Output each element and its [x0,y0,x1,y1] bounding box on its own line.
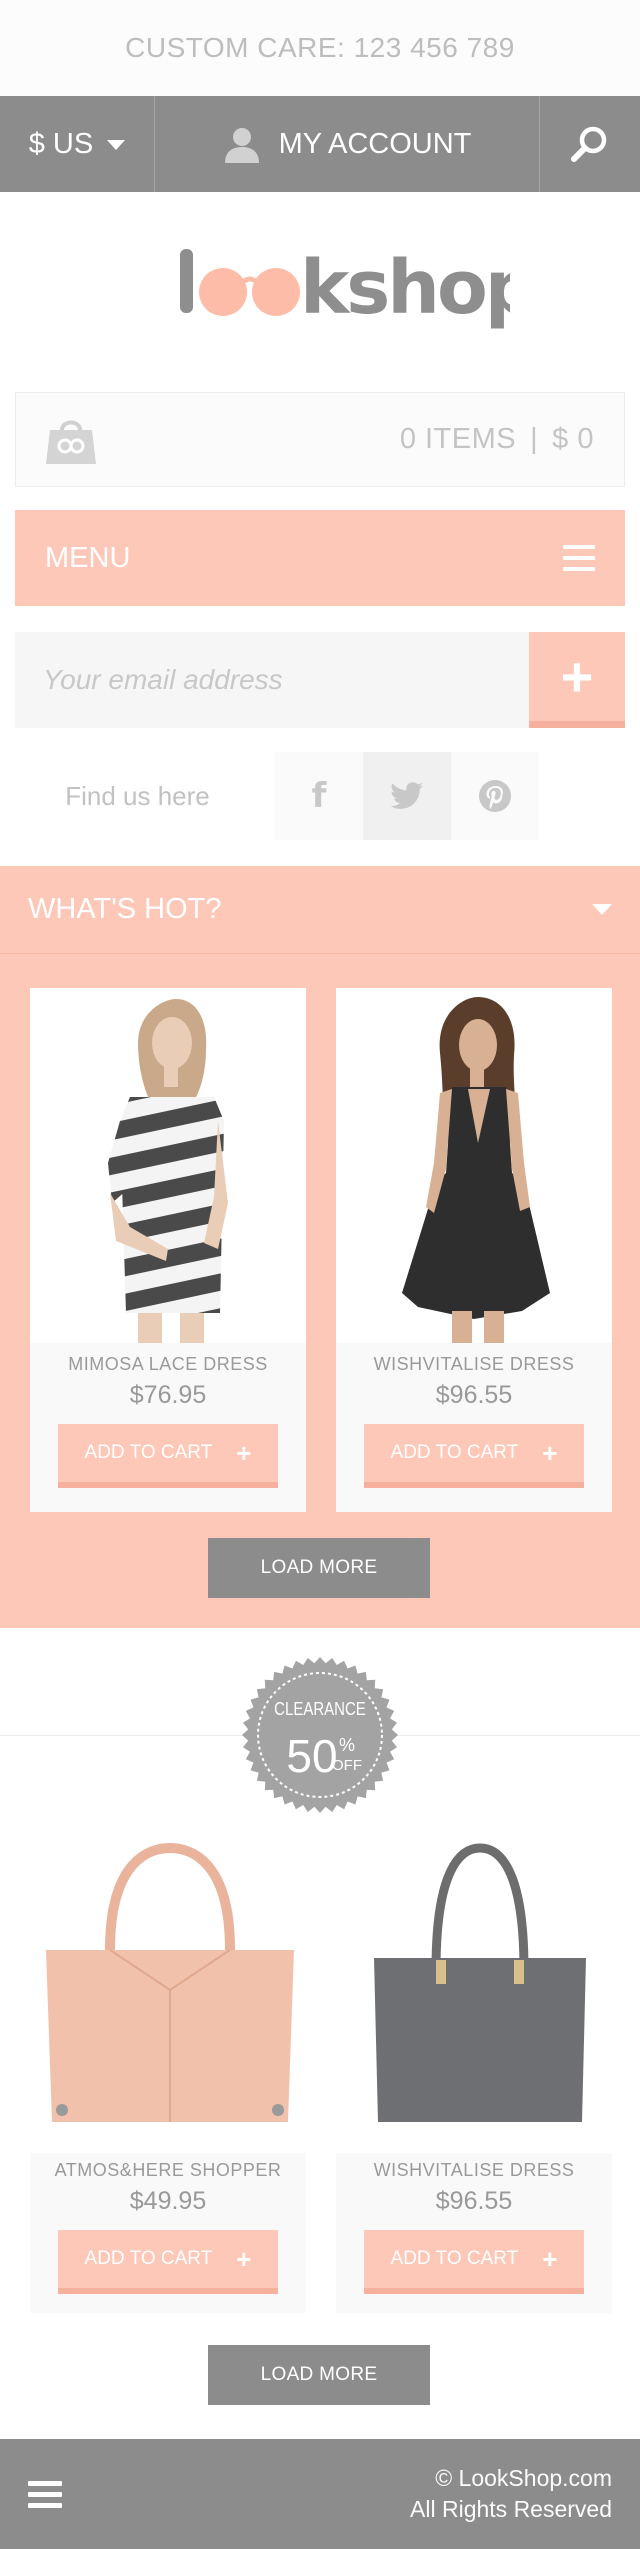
cart-total: $ 0 [552,423,594,455]
add-to-cart-button[interactable]: ADD TO CART + [58,1424,278,1488]
facebook-icon: f [311,776,327,816]
menu-toggle[interactable]: MENU [15,510,625,606]
product-image[interactable] [336,988,612,1343]
shopping-cart-summary[interactable]: 0 ITEMS | $ 0 [15,392,625,487]
currency-label: $ US [28,127,94,160]
cart-totals: 0 ITEMS | $ 0 [400,423,594,456]
add-to-cart-button[interactable]: ADD TO CART + [364,2230,584,2294]
social-links: Find us here f [0,752,640,840]
site-logo[interactable]: kshop [0,192,640,392]
plus-icon: + [542,2243,558,2274]
cart-separator: | [530,423,539,455]
product-price: $96.55 [435,1381,513,1409]
pinterest-icon [479,780,511,812]
add-to-cart-label: ADD TO CART [84,2248,213,2269]
product-name[interactable]: WISHVITALISE DRESS [336,1351,612,1377]
cart-item-count: 0 ITEMS [399,423,517,455]
clearance-percent: 50 [286,1730,337,1782]
pinterest-link[interactable] [451,752,539,840]
product-image[interactable] [30,988,306,1343]
product-price: $76.95 [129,1381,207,1409]
load-more-button[interactable]: LOAD MORE [208,1538,430,1598]
product-price: $96.55 [435,2187,513,2215]
menu-label: MENU [45,541,131,574]
plus-icon: + [236,1437,252,1468]
clearance-percent-symbol: % [339,1735,355,1755]
whats-hot-title: WHAT'S HOT? [28,893,222,925]
clearance-badge[interactable]: CLEARANCE 50 % OFF [240,1655,400,1815]
tan-tote-bag-photo[interactable] [40,1840,300,2130]
add-to-cart-label: ADD TO CART [84,1442,213,1463]
facebook-link[interactable]: f [275,752,363,840]
product-name[interactable]: WISHVITALISE DRESS [336,2157,612,2183]
plus-icon: + [542,1437,558,1468]
currency-selector[interactable]: $ US [0,96,155,192]
find-us-label: Find us here [65,780,210,811]
product-name[interactable]: MIMOSA LACE DRESS [30,1351,306,1377]
product-name[interactable]: ATMOS&HERE SHOPPER [30,2157,306,2183]
clearance-off: OFF [332,1757,362,1774]
my-account-button[interactable]: MY ACCOUNT [155,96,540,192]
top-bar: $ US MY ACCOUNT [0,96,640,192]
hamburger-icon [28,2480,62,2508]
add-to-cart-button[interactable]: ADD TO CART + [58,2230,278,2294]
product-card[interactable]: MIMOSA LACE DRESS $76.95 ADD TO CART + [30,988,306,1512]
product-card[interactable]: WISHVITALISE DRESS $96.55 ADD TO CART + [336,2153,612,2313]
plus-icon: + [236,2243,252,2274]
lookshop-logo: kshop [180,245,510,331]
svg-text:kshop: kshop [300,245,510,331]
add-to-cart-button[interactable]: ADD TO CART + [364,1424,584,1488]
caret-down-icon [107,140,126,150]
product-card[interactable]: WISHVITALISE DRESS $96.55 ADD TO CART + [336,988,612,1512]
search-button[interactable] [540,96,640,192]
add-to-cart-label: ADD TO CART [390,1442,519,1463]
dropdown-arrow-icon [592,904,612,915]
newsletter-form: + [15,632,625,728]
load-more-button[interactable]: LOAD MORE [208,2345,430,2405]
product-card[interactable]: ATMOS&HERE SHOPPER $49.95 ADD TO CART + [30,2153,306,2313]
clearance-banner: CLEARANCE 50 % OFF [0,1655,640,1815]
striped-dress-photo [108,999,228,1343]
customer-care-text: CUSTOM CARE: 123 456 789 [0,0,640,96]
product-price: $49.95 [129,2187,207,2215]
search-icon [571,126,607,162]
footer: © LookShop.com All Rights Reserved [0,2439,640,2549]
whats-hot-header[interactable]: WHAT'S HOT? [0,866,640,954]
my-account-label: MY ACCOUNT [278,127,472,160]
add-to-cart-label: ADD TO CART [390,2248,519,2269]
whats-hot-section: WHAT'S HOT? MIMOSA LACE DRESS $76.95 ADD… [0,866,640,1628]
black-dress-photo [402,997,550,1343]
product-info: MIMOSA LACE DRESS $76.95 ADD TO CART + [30,1343,306,1512]
user-icon [224,128,259,163]
copyright: © LookShop.com All Rights Reserved [410,2463,612,2525]
twitter-link[interactable] [363,752,451,840]
email-input[interactable] [15,632,529,728]
product-info: WISHVITALISE DRESS $96.55 ADD TO CART + [336,1343,612,1512]
shopping-bag-icon [46,420,96,464]
hamburger-icon [563,538,595,578]
twitter-icon [390,782,423,809]
clearance-text: CLEARANCE [274,1698,366,1719]
rights-text: All Rights Reserved [410,2496,612,2522]
subscribe-button[interactable]: + [529,632,625,728]
black-tote-bag-photo[interactable] [360,1840,600,2130]
footer-menu-button[interactable] [28,2475,62,2514]
copyright-text: © LookShop.com [435,2465,612,2491]
